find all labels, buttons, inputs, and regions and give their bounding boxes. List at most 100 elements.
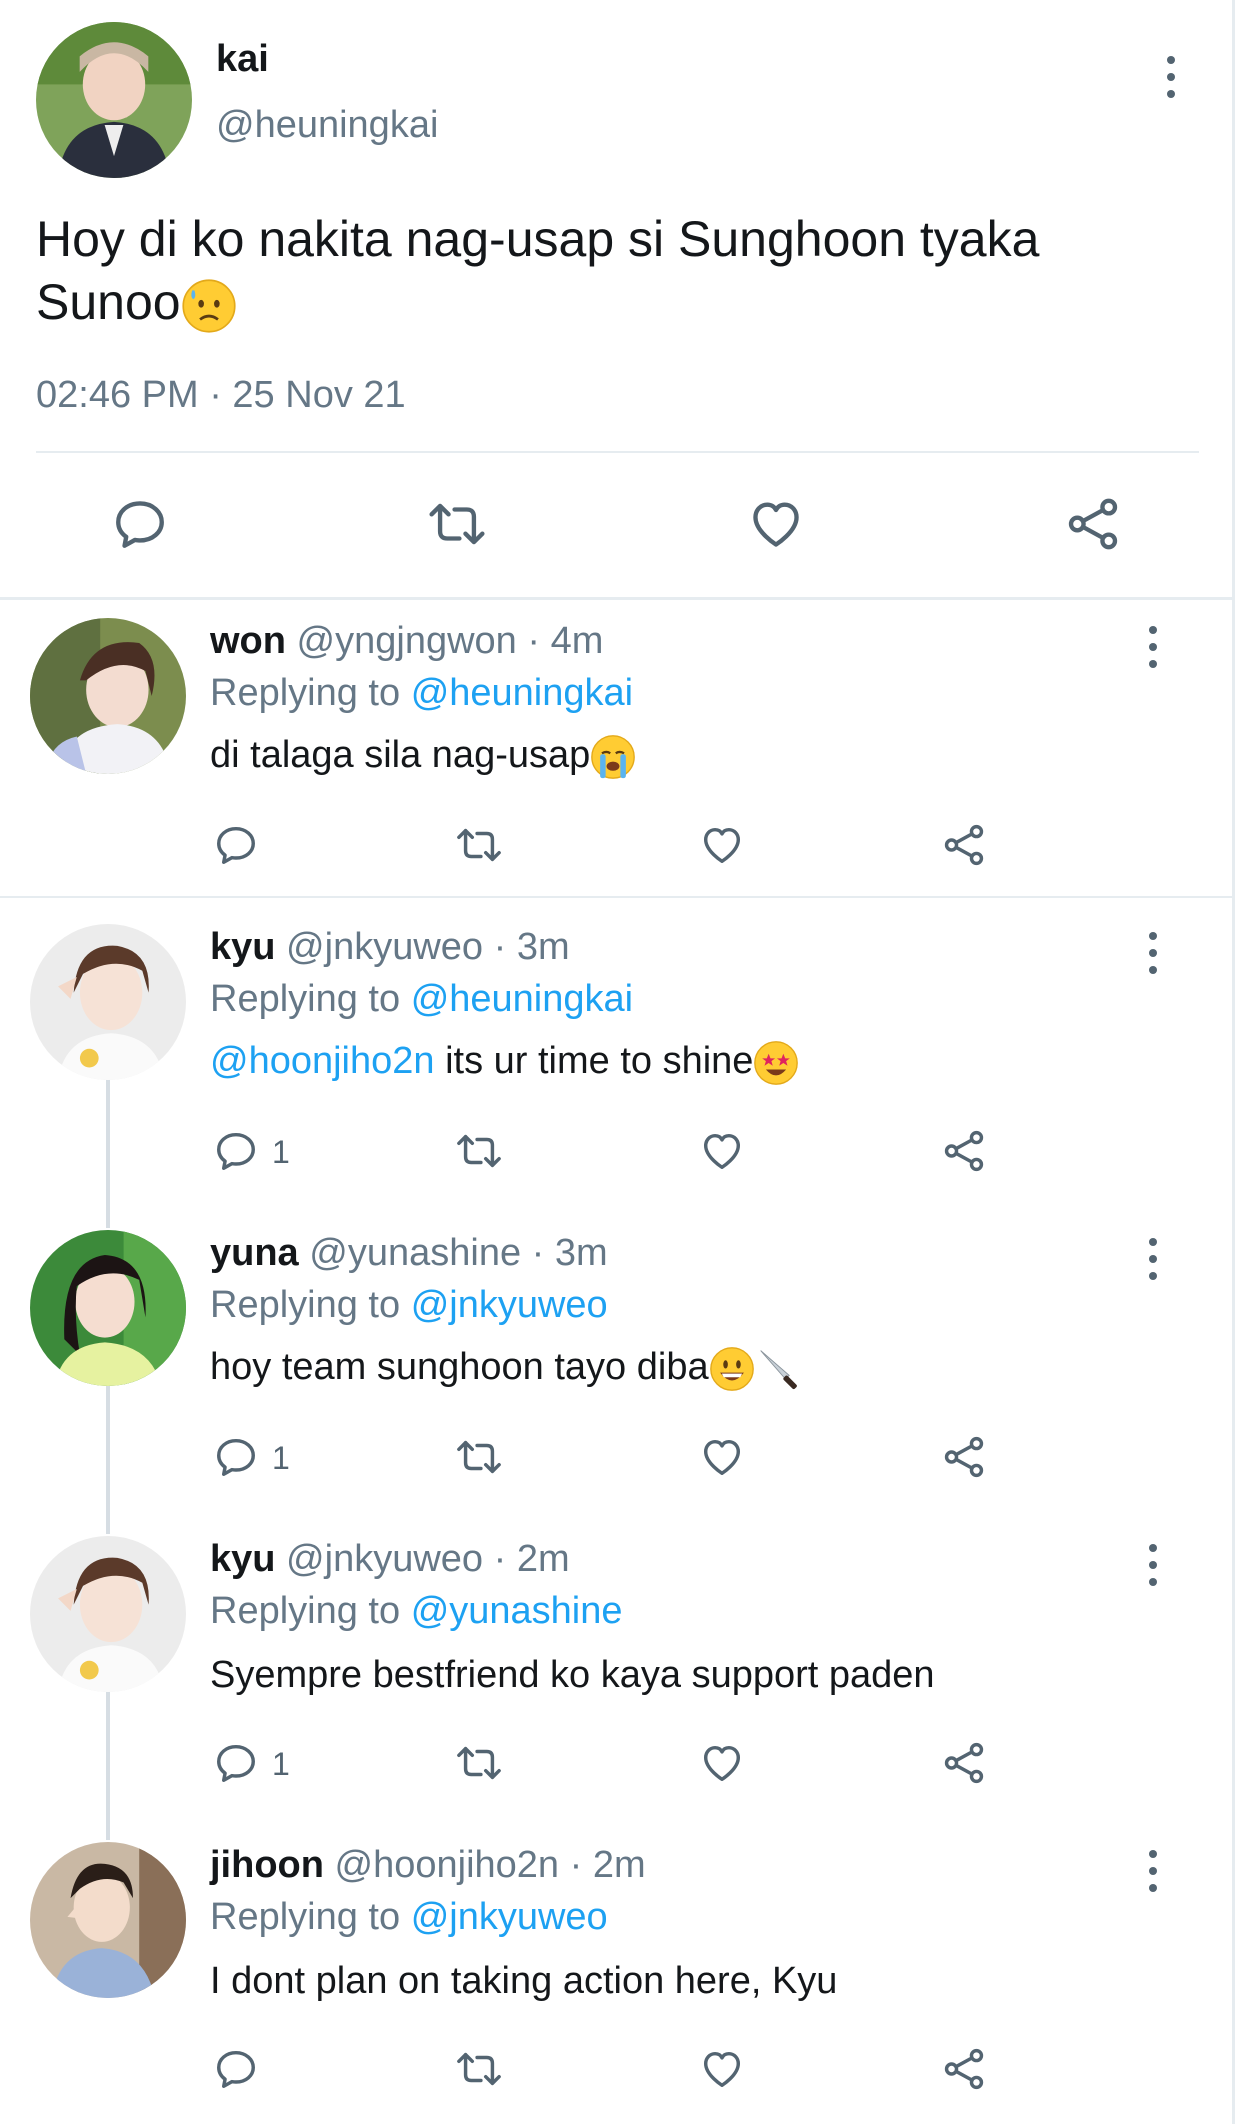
avatar[interactable] — [36, 22, 192, 178]
author-handle[interactable]: @hoonjiho2n — [335, 1844, 560, 1886]
reply-text-content: hoy team sunghoon tayo diba — [210, 1346, 709, 1389]
reply-text: @hoonjiho2n its ur time to shine — [210, 1040, 799, 1086]
retweet-icon[interactable] — [452, 1434, 506, 1480]
heart-icon[interactable] — [698, 822, 746, 868]
author-handle[interactable]: @jnkyuweo — [286, 1538, 483, 1580]
reply-header: kyu @jnkyuweo · 3m — [210, 926, 570, 969]
reply-text: Syempre bestfriend ko kaya support paden — [210, 1654, 935, 1696]
avatar[interactable] — [30, 924, 186, 1080]
replying-to-handle[interactable]: @jnkyuweo — [411, 1284, 608, 1326]
reply-icon[interactable] — [212, 1434, 260, 1480]
reply-time: · 3m — [531, 1232, 608, 1274]
tweet-text-line-2: Sunoo — [36, 271, 1196, 334]
more-options-icon[interactable] — [1163, 56, 1179, 100]
reply-count: 1 — [272, 1134, 290, 1170]
thread-line — [106, 1080, 110, 1228]
star-struck-face-emoji — [753, 1040, 799, 1086]
heart-icon[interactable] — [698, 1434, 746, 1480]
retweet-icon[interactable] — [452, 822, 506, 868]
replying-to: Replying to @heuningkai — [210, 978, 633, 1021]
tweet-text-line-1: Hoy di ko nakita nag-usap si Sunghoon ty… — [36, 211, 1040, 267]
author-name[interactable]: won — [210, 620, 286, 662]
reply-icon[interactable] — [212, 1740, 260, 1786]
reply-icon[interactable] — [212, 822, 260, 868]
reply-time: · 4m — [527, 620, 604, 662]
reply-time: · 3m — [493, 926, 570, 968]
replying-to-label: Replying to — [210, 978, 401, 1020]
more-options-icon[interactable] — [1145, 1544, 1161, 1588]
replying-to: Replying to @yunashine — [210, 1590, 623, 1633]
avatar[interactable] — [30, 1230, 186, 1386]
author-handle[interactable]: @heuningkai — [216, 104, 438, 147]
divider — [0, 896, 1235, 898]
more-options-icon[interactable] — [1145, 626, 1161, 670]
grinning-face-emoji — [709, 1346, 755, 1392]
more-options-icon[interactable] — [1145, 1850, 1161, 1894]
share-icon[interactable] — [940, 1434, 988, 1480]
loudly-crying-face-emoji — [590, 734, 636, 780]
replying-to: Replying to @heuningkai — [210, 672, 633, 715]
reply-icon[interactable] — [212, 1128, 260, 1174]
share-icon[interactable] — [940, 1740, 988, 1786]
reply-header: yuna @yunashine · 3m — [210, 1232, 608, 1275]
reply-header: jihoon @hoonjiho2n · 2m — [210, 1844, 646, 1887]
heart-icon[interactable] — [698, 1128, 746, 1174]
reply-text: I dont plan on taking action here, Kyu — [210, 1960, 838, 2002]
reply-text-content: di talaga sila nag-usap — [210, 734, 591, 777]
author-name[interactable]: kai — [216, 38, 269, 81]
reply-header: kyu @jnkyuweo · 2m — [210, 1538, 570, 1581]
more-options-icon[interactable] — [1145, 932, 1161, 976]
share-icon[interactable] — [1063, 495, 1123, 553]
author-handle[interactable]: @yunashine — [309, 1232, 521, 1274]
reply-time: · 2m — [569, 1844, 646, 1886]
reply-icon[interactable] — [212, 2046, 260, 2092]
replying-to: Replying to @jnkyuweo — [210, 1284, 608, 1327]
reply-text-content: its ur time to shine — [434, 1040, 754, 1083]
retweet-icon[interactable] — [424, 495, 490, 553]
thread-line — [106, 1692, 110, 1840]
heart-icon[interactable] — [698, 1740, 746, 1786]
author-handle[interactable]: @jnkyuweo — [286, 926, 483, 968]
author-name[interactable]: jihoon — [210, 1844, 324, 1886]
share-icon[interactable] — [940, 2046, 988, 2092]
tweet-text-line-2-text: Sunoo — [36, 274, 181, 330]
reply-time: · 2m — [493, 1538, 570, 1580]
retweet-icon[interactable] — [452, 2046, 506, 2092]
author-handle[interactable]: @yngjngwon — [297, 620, 517, 662]
avatar[interactable] — [30, 1842, 186, 1998]
divider — [0, 597, 1235, 600]
retweet-icon[interactable] — [452, 1740, 506, 1786]
replying-to-label: Replying to — [210, 1896, 401, 1938]
more-options-icon[interactable] — [1145, 1238, 1161, 1282]
replying-to-label: Replying to — [210, 1284, 401, 1326]
tweet-timestamp[interactable]: 02:46 PM · 25 Nov 21 — [36, 374, 406, 417]
author-name[interactable]: yuna — [210, 1232, 299, 1274]
replying-to-handle[interactable]: @heuningkai — [411, 672, 633, 714]
replying-to-handle[interactable]: @yunashine — [411, 1590, 623, 1632]
author-name[interactable]: kyu — [210, 1538, 275, 1580]
reply-count: 1 — [272, 1440, 290, 1476]
replying-to-handle[interactable]: @jnkyuweo — [411, 1896, 608, 1938]
thread-line — [106, 1386, 110, 1534]
replying-to-label: Replying to — [210, 1590, 401, 1632]
avatar[interactable] — [30, 618, 186, 774]
author-name[interactable]: kyu — [210, 926, 275, 968]
heart-icon[interactable] — [698, 2046, 746, 2092]
mention-link[interactable]: @hoonjiho2n — [210, 1040, 435, 1082]
tweet-text: Hoy di ko nakita nag-usap si Sunghoon ty… — [36, 208, 1196, 334]
replying-to: Replying to @jnkyuweo — [210, 1896, 608, 1939]
share-icon[interactable] — [940, 822, 988, 868]
replying-to-label: Replying to — [210, 672, 401, 714]
heart-icon[interactable] — [746, 495, 806, 553]
reply-count: 1 — [272, 1746, 290, 1782]
worried-sweat-face-emoji — [181, 278, 237, 334]
reply-icon[interactable] — [110, 495, 170, 553]
retweet-icon[interactable] — [452, 1128, 506, 1174]
share-icon[interactable] — [940, 1128, 988, 1174]
avatar[interactable] — [30, 1536, 186, 1692]
replying-to-handle[interactable]: @heuningkai — [411, 978, 633, 1020]
divider — [36, 451, 1199, 453]
reply-text: hoy team sunghoon tayo diba — [210, 1346, 805, 1392]
knife-emoji — [755, 1346, 805, 1392]
reply-header: won @yngjngwon · 4m — [210, 620, 603, 663]
